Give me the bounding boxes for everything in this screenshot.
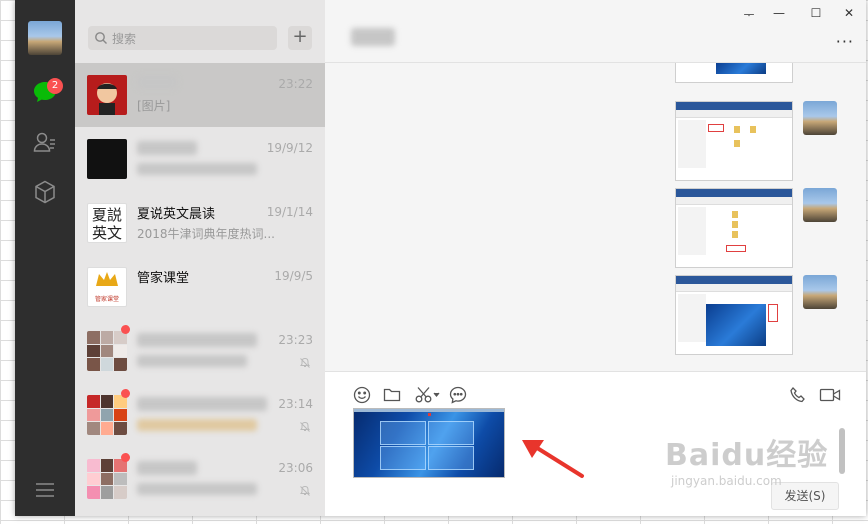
chat-item[interactable]: 23:23 xyxy=(75,319,325,383)
blurred-preview xyxy=(137,163,257,175)
chat-item[interactable]: 19/9/12 xyxy=(75,127,325,191)
chat-avatar xyxy=(87,139,127,179)
chat-item[interactable]: 管家课堂 管家课堂 19/9/5 xyxy=(75,255,325,319)
blurred-name xyxy=(137,333,257,347)
input-scrollbar[interactable] xyxy=(839,428,845,474)
close-button[interactable]: ✕ xyxy=(839,6,859,20)
chat-item[interactable]: 夏説英文 夏说英文晨读 2018牛津词典年度热词... 19/1/14 xyxy=(75,191,325,255)
chat-time: 23:22 xyxy=(278,77,313,91)
screenshot-scissors-icon[interactable] xyxy=(413,384,443,406)
search-icon xyxy=(95,32,107,44)
minimize-button[interactable]: — xyxy=(769,6,789,20)
search-box[interactable]: 搜索 xyxy=(88,26,277,50)
my-avatar[interactable] xyxy=(28,21,62,55)
my-message-avatar[interactable] xyxy=(803,275,837,309)
chat-preview: 2018牛津词典年度热词... xyxy=(137,227,275,241)
emoji-icon[interactable] xyxy=(351,384,373,406)
left-nav: 2 xyxy=(15,0,75,516)
image-message[interactable] xyxy=(675,275,793,355)
voice-call-icon[interactable] xyxy=(787,384,809,406)
chat-name: 夏说英文晨读 xyxy=(137,207,216,222)
chat-time: 23:06 xyxy=(278,461,313,475)
watermark-url: jingyan.baidu.com xyxy=(671,474,782,488)
chat-avatar: 管家课堂 xyxy=(87,267,127,307)
chat-time: 19/9/5 xyxy=(274,269,313,283)
chat-item[interactable]: 23:06 xyxy=(75,447,325,511)
unread-dot xyxy=(121,389,130,398)
chat-preview: [图片] xyxy=(137,99,171,113)
blurred-preview xyxy=(137,419,257,431)
maximize-button[interactable]: ☐ xyxy=(806,6,826,20)
red-annotation-arrow-icon xyxy=(522,440,584,478)
my-message-avatar[interactable] xyxy=(803,101,837,135)
unread-badge: 2 xyxy=(47,78,63,94)
mute-icon xyxy=(300,357,310,368)
group-avatar xyxy=(87,395,127,435)
chat-avatar: 夏説英文 xyxy=(87,203,127,243)
mini-program-icon[interactable] xyxy=(31,178,59,206)
image-message[interactable] xyxy=(675,101,793,181)
chat-list-panel: 搜索 + [图片] 23:22 19/9/12 夏説英文 夏说英文晨读 2018… xyxy=(75,0,325,516)
search-input[interactable]: 搜索 xyxy=(112,30,136,47)
chat-name: 管家课堂 xyxy=(137,271,190,286)
pin-button[interactable]: ᅮ xyxy=(739,6,759,23)
crown-logo-icon xyxy=(96,272,118,286)
blurred-name xyxy=(137,75,177,89)
unread-dot xyxy=(121,325,130,334)
blurred-name xyxy=(137,141,197,155)
pasted-screenshot-image[interactable] xyxy=(353,408,505,478)
group-avatar xyxy=(87,459,127,499)
mute-icon xyxy=(300,421,310,432)
chat-header: ᅮ — ☐ ✕ ··· xyxy=(325,0,866,63)
message-area xyxy=(325,63,866,371)
baidu-watermark: Baidu经验 jingyan.baidu.com xyxy=(665,430,828,488)
my-message-avatar[interactable] xyxy=(803,188,837,222)
add-chat-button[interactable]: + xyxy=(288,26,312,50)
group-avatar xyxy=(87,331,127,371)
chat-time: 23:14 xyxy=(278,397,313,411)
blurred-preview xyxy=(137,355,247,367)
chat-avatar xyxy=(87,75,127,115)
chat-item[interactable]: [图片] 23:22 xyxy=(75,63,325,127)
folder-icon[interactable] xyxy=(381,384,403,406)
more-options-button[interactable]: ··· xyxy=(836,32,854,51)
blurred-contact-title xyxy=(351,28,395,46)
blurred-preview xyxy=(137,483,257,495)
chat-time: 23:23 xyxy=(278,333,313,347)
chat-time: 19/1/14 xyxy=(266,205,313,219)
mute-icon xyxy=(300,485,310,496)
image-message[interactable] xyxy=(675,188,793,268)
unread-dot xyxy=(121,453,130,462)
chat-item[interactable]: 23:14 xyxy=(75,383,325,447)
video-call-icon[interactable] xyxy=(819,384,841,406)
image-message[interactable] xyxy=(675,63,793,83)
avatar-text: 夏説英文 xyxy=(91,206,122,242)
blurred-name xyxy=(137,461,197,475)
contacts-icon[interactable] xyxy=(31,128,59,156)
chat-history-icon[interactable] xyxy=(447,384,469,406)
blurred-name xyxy=(137,397,267,411)
avatar-brand-text: 管家课堂 xyxy=(94,296,119,303)
watermark-logo: Baidu经验 xyxy=(665,438,829,473)
menu-icon[interactable] xyxy=(31,476,59,504)
chat-time: 19/9/12 xyxy=(266,141,313,155)
